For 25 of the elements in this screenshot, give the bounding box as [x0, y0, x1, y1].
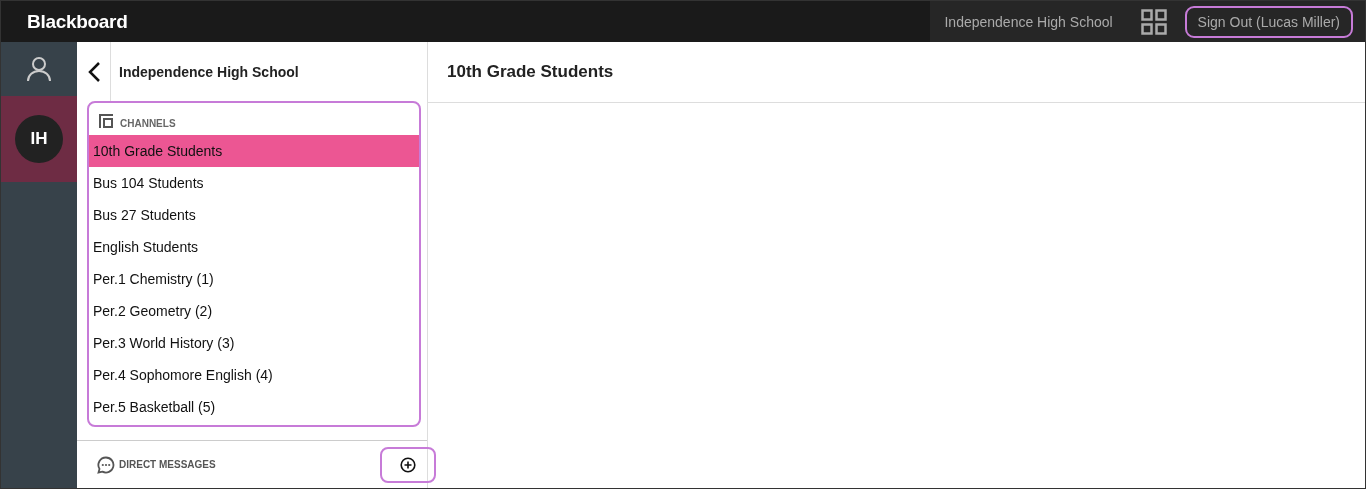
blackboard-logo: Blackboard [27, 10, 128, 33]
plus-circle-icon [400, 456, 416, 473]
chat-bubble-icon [97, 455, 115, 474]
channel-item[interactable]: Bus 104 Students [89, 167, 419, 199]
channel-item[interactable]: Per.3 World History (3) [89, 327, 419, 359]
direct-messages-heading: DIRECT MESSAGES [119, 459, 216, 470]
rail-item[interactable]: IH [1, 96, 77, 182]
channel-title: 10th Grade Students [447, 62, 614, 82]
channels-icon [98, 113, 114, 129]
channel-item[interactable]: Per.1 Chemistry (1) [89, 263, 419, 295]
channel-item[interactable]: English Students [89, 231, 419, 263]
add-message-button[interactable] [380, 446, 436, 483]
org-avatar: IH [15, 115, 63, 163]
channels-heading: CHANNELS [120, 118, 176, 129]
school-name: Independence High School [944, 13, 1113, 30]
panel-title: Independence High School [119, 63, 299, 80]
channel-item[interactable]: Per.4 Sophomore English (4) [89, 359, 419, 391]
person-icon [26, 56, 52, 82]
back-icon [86, 60, 101, 83]
channel-item[interactable]: Per.2 Geometry (2) [89, 295, 419, 327]
channel-item[interactable]: 10th Grade Students [89, 135, 419, 167]
app-grid-icon[interactable] [1140, 8, 1167, 35]
channel-item[interactable]: Per.5 Basketball (5) [89, 391, 419, 423]
sign-out-button[interactable]: Sign Out (Lucas Miller) [1184, 5, 1353, 38]
channel-item[interactable]: Bus 27 Students [89, 199, 419, 231]
